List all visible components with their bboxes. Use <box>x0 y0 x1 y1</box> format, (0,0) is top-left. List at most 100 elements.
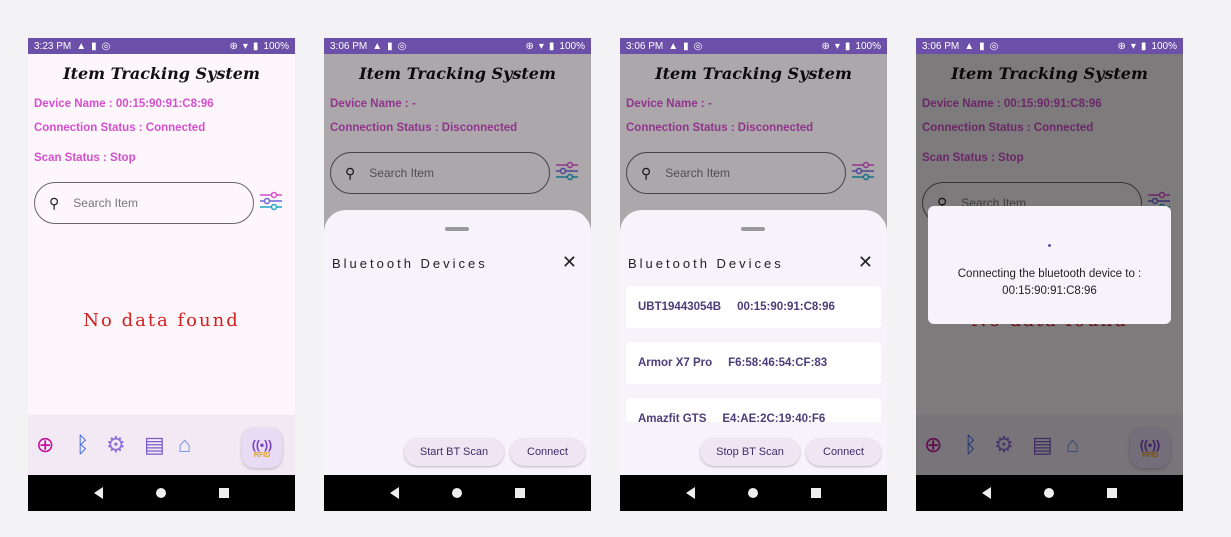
search-input[interactable]: ⚲ Search Item <box>34 182 254 224</box>
device-list-item[interactable]: Amazfit GTS E4:AE:2C:19:40:F6 <box>626 398 881 422</box>
device-list-item[interactable]: Armor X7 Pro F6:58:46:54:CF:83 <box>626 342 881 384</box>
battery-icon: ▮ <box>252 40 259 52</box>
progress-spinner-icon <box>1048 244 1051 247</box>
search-icon: ⚲ <box>49 194 60 211</box>
alert-icon: ▲ <box>76 40 87 52</box>
alert-icon: ▲ <box>964 40 975 52</box>
rfid-button[interactable]: ((•)) RFID <box>242 428 282 468</box>
device-name-label: UBT19443054B <box>638 301 722 313</box>
status-time: 3:06 PM <box>626 40 664 52</box>
device-address-label: 00:15:90:91:C8:96 <box>737 301 835 313</box>
battery-icon: ▮ <box>548 40 555 52</box>
notes-icon[interactable]: ▤ <box>144 432 165 458</box>
device-name-label: Armor X7 Pro <box>638 357 713 369</box>
bluetooth-bottom-sheet: Bluetooth Devices ✕ Start BT Scan Connec… <box>324 210 591 475</box>
connecting-dialog: Connecting the bluetooth device to : 00:… <box>928 206 1171 324</box>
wifi-icon: ▾ <box>1130 40 1136 52</box>
home-nav-icon[interactable] <box>155 488 166 498</box>
system-nav-bar <box>28 475 295 511</box>
wifi-icon: ▾ <box>834 40 840 52</box>
system-nav-bar <box>916 475 1183 511</box>
battery-percent: 100% <box>1151 40 1177 52</box>
battery-percent: 100% <box>263 40 289 52</box>
home-icon[interactable]: ⌂ <box>178 432 191 458</box>
status-time: 3:23 PM <box>34 40 72 52</box>
battery-percent: 100% <box>559 40 585 52</box>
sim-icon: ▮ <box>979 40 985 52</box>
settings-icon[interactable]: ⚙ <box>106 432 126 458</box>
battery-icon: ▮ <box>1140 40 1147 52</box>
vibrate-icon: ⊕ <box>821 40 830 52</box>
sync-icon: ◎ <box>989 40 999 52</box>
system-nav-bar <box>324 475 591 511</box>
device-address-label: E4:AE:2C:19:40:F6 <box>722 413 826 422</box>
sync-icon: ◎ <box>101 40 111 52</box>
bluetooth-icon[interactable]: ᛒ <box>76 432 89 458</box>
start-bt-scan-button[interactable]: Start BT Scan <box>404 438 504 466</box>
sim-icon: ▮ <box>91 40 97 52</box>
stop-bt-scan-button[interactable]: Stop BT Scan <box>700 438 800 466</box>
status-bar: 3:06 PM ▲ ▮ ◎ ⊕ ▾ ▮ 100% <box>620 38 887 54</box>
drag-handle[interactable] <box>741 227 765 231</box>
device-list: UBT19443054B 00:15:90:91:C8:96 Armor X7 … <box>620 286 887 422</box>
status-time: 3:06 PM <box>330 40 368 52</box>
phone-screen-4: 3:06 PM▲▮◎ ⊕▾▮100% Item Tracking System … <box>916 38 1183 511</box>
rfid-label: RFID <box>253 451 271 459</box>
back-icon[interactable] <box>686 487 696 499</box>
back-icon[interactable] <box>390 487 400 499</box>
dialog-message: Connecting the bluetooth device to : 00:… <box>928 266 1171 300</box>
device-address-label: F6:58:46:54:CF:83 <box>728 357 828 369</box>
battery-percent: 100% <box>855 40 881 52</box>
home-nav-icon[interactable] <box>747 488 758 498</box>
recents-icon[interactable] <box>810 488 821 498</box>
close-icon[interactable]: ✕ <box>858 252 873 273</box>
home-nav-icon[interactable] <box>1043 488 1054 498</box>
add-circle-icon[interactable]: ⊕ <box>36 432 54 458</box>
recents-icon[interactable] <box>514 488 525 498</box>
sheet-title: Bluetooth Devices <box>332 256 488 271</box>
vibrate-icon: ⊕ <box>525 40 534 52</box>
battery-icon: ▮ <box>844 40 851 52</box>
status-bar: 3:06 PM ▲ ▮ ◎ ⊕ ▾ ▮ 100% <box>916 38 1183 54</box>
sync-icon: ◎ <box>693 40 703 52</box>
back-icon[interactable] <box>94 487 104 499</box>
sync-icon: ◎ <box>397 40 407 52</box>
alert-icon: ▲ <box>668 40 679 52</box>
phone-screen-1: 3:23 PM ▲ ▮ ◎ ⊕ ▾ ▮ 100% Item Tracking System … <box>28 38 295 511</box>
alert-icon: ▲ <box>372 40 383 52</box>
recents-icon[interactable] <box>218 488 229 498</box>
app-title: Item Tracking System <box>63 64 260 83</box>
connect-button[interactable]: Connect <box>806 438 881 466</box>
device-name-label: Amazfit GTS <box>638 413 707 422</box>
vibrate-icon: ⊕ <box>1117 40 1126 52</box>
device-name: Device Name : 00:15:90:91:C8:96 <box>34 98 214 110</box>
connection-status: Connection Status : Connected <box>34 122 206 134</box>
status-bar: 3:06 PM ▲ ▮ ◎ ⊕ ▾ ▮ 100% <box>324 38 591 54</box>
dialog-message-line2: 00:15:90:91:C8:96 <box>1002 285 1097 297</box>
wifi-icon: ▾ <box>242 40 248 52</box>
status-time: 3:06 PM <box>922 40 960 52</box>
drag-handle[interactable] <box>445 227 469 231</box>
search-placeholder: Search Item <box>73 196 138 210</box>
wifi-icon: ▾ <box>538 40 544 52</box>
back-icon[interactable] <box>982 487 992 499</box>
sim-icon: ▮ <box>683 40 689 52</box>
phone-screen-2: 3:06 PM ▲ ▮ ◎ ⊕ ▾ ▮ 100% Item Tracking System … <box>324 38 591 511</box>
phone-screen-3: 3:06 PM ▲ ▮ ◎ ⊕ ▾ ▮ 100% Item Tracking System … <box>620 38 887 511</box>
system-nav-bar <box>620 475 887 511</box>
sheet-title: Bluetooth Devices <box>628 256 784 271</box>
close-icon[interactable]: ✕ <box>562 252 577 273</box>
scan-status: Scan Status : Stop <box>34 152 136 164</box>
vibrate-icon: ⊕ <box>229 40 238 52</box>
recents-icon[interactable] <box>1106 488 1117 498</box>
no-data-message: No data found <box>83 310 240 331</box>
bluetooth-bottom-sheet: Bluetooth Devices ✕ UBT19443054B 00:15:9… <box>620 210 887 475</box>
connect-button[interactable]: Connect <box>510 438 585 466</box>
dialog-message-line1: Connecting the bluetooth device to : <box>957 268 1142 280</box>
filter-icon[interactable] <box>259 189 283 213</box>
home-nav-icon[interactable] <box>451 488 462 498</box>
sim-icon: ▮ <box>387 40 393 52</box>
status-bar: 3:23 PM ▲ ▮ ◎ ⊕ ▾ ▮ 100% <box>28 38 295 54</box>
device-list-item[interactable]: UBT19443054B 00:15:90:91:C8:96 <box>626 286 881 328</box>
rfid-icon: ((•)) <box>251 437 273 452</box>
